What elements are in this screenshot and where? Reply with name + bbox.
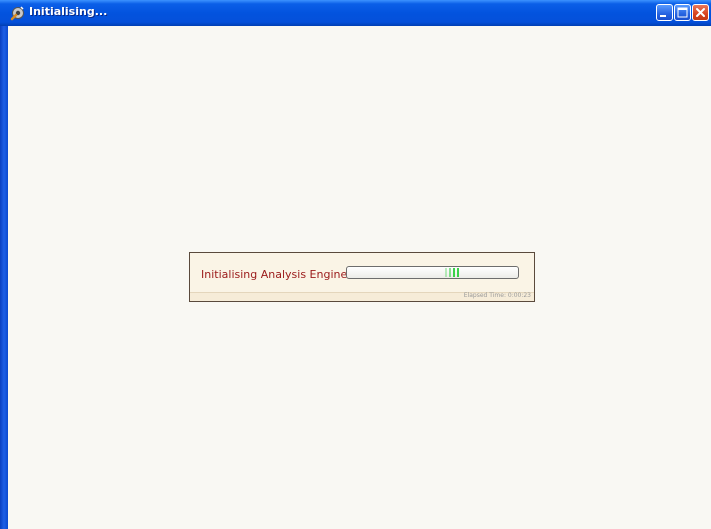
- title-bar[interactable]: Initialising...: [0, 0, 711, 26]
- wrench-gear-icon[interactable]: [10, 5, 26, 21]
- minimize-icon: [660, 15, 666, 17]
- dialog-footer: Elapsed Time: 0:00:23: [190, 292, 534, 301]
- minimize-button[interactable]: [656, 4, 673, 21]
- initialising-dialog: Initialising Analysis Engine.. Elapsed T…: [189, 252, 535, 302]
- close-button[interactable]: [692, 4, 709, 21]
- window-title: Initialising...: [29, 5, 108, 18]
- window-left-border: [0, 26, 8, 529]
- maximize-icon: [677, 7, 688, 18]
- client-area: Initialising Analysis Engine.. Elapsed T…: [8, 26, 711, 529]
- close-icon: [696, 8, 705, 17]
- progress-bar: [346, 266, 519, 279]
- status-label: Initialising Analysis Engine..: [201, 268, 355, 281]
- elapsed-time: Elapsed Time: 0:00:23: [463, 292, 531, 299]
- progress-marquee: [445, 268, 465, 277]
- application-window: Initialising... Initialising Analysis En…: [0, 0, 711, 529]
- maximize-button[interactable]: [674, 4, 691, 21]
